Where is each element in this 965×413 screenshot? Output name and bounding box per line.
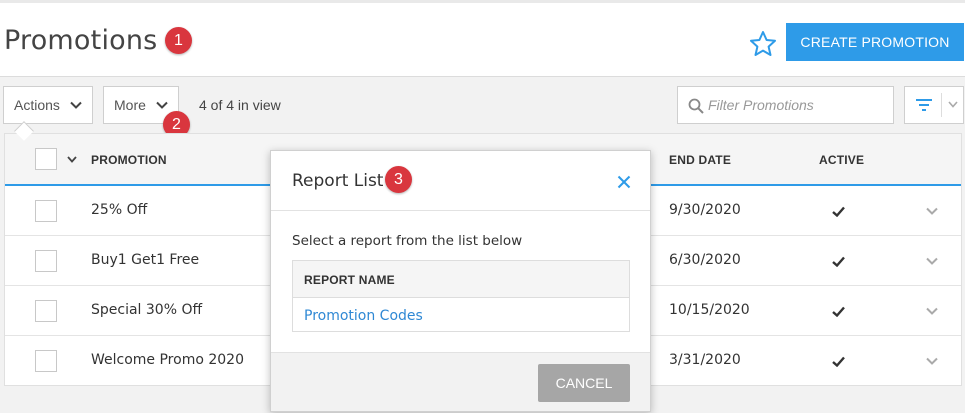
- chevron-down-icon[interactable]: [926, 207, 938, 215]
- end-date: 3/31/2020: [669, 352, 741, 368]
- row-checkbox[interactable]: [35, 250, 57, 272]
- row-checkbox[interactable]: [35, 350, 57, 372]
- report-table-header: REPORT NAME: [293, 261, 629, 298]
- filter-icon: [916, 99, 932, 111]
- column-header-promotion[interactable]: PROMOTION: [91, 153, 167, 167]
- report-table: REPORT NAME Promotion Codes: [292, 260, 630, 332]
- chevron-down-icon: [948, 101, 958, 108]
- actions-dropdown[interactable]: Actions: [3, 86, 93, 124]
- promotion-name: Welcome Promo 2020: [91, 352, 244, 368]
- in-view-count: 4 of 4 in view: [199, 97, 281, 113]
- select-all-checkbox[interactable]: [35, 148, 57, 170]
- dialog-description: Select a report from the list below: [292, 233, 523, 249]
- column-header-end-date[interactable]: END DATE: [669, 153, 731, 167]
- column-header-active[interactable]: ACTIVE: [819, 153, 864, 167]
- filter-search-box: [677, 86, 894, 124]
- page-header: Promotions CREATE PROMOTION: [0, 3, 965, 77]
- end-date: 9/30/2020: [669, 202, 741, 218]
- create-promotion-button[interactable]: CREATE PROMOTION: [786, 23, 964, 61]
- page-title: Promotions: [4, 25, 158, 56]
- row-checkbox[interactable]: [35, 200, 57, 222]
- promotion-name: 25% Off: [91, 202, 148, 218]
- promotion-name: Buy1 Get1 Free: [91, 252, 200, 268]
- cancel-button[interactable]: CANCEL: [538, 364, 630, 402]
- chevron-down-icon[interactable]: [926, 257, 938, 265]
- button-divider: [941, 93, 942, 117]
- star-icon[interactable]: [749, 30, 777, 58]
- chevron-down-icon[interactable]: [67, 156, 77, 163]
- more-label: More: [114, 97, 146, 113]
- actions-label: Actions: [14, 97, 60, 113]
- search-icon: [688, 98, 704, 114]
- chevron-down-icon[interactable]: [926, 357, 938, 365]
- checkmark-icon: [832, 256, 845, 267]
- checkmark-icon: [832, 356, 845, 367]
- dialog-header: Report List: [271, 151, 650, 211]
- close-icon[interactable]: [617, 175, 631, 189]
- chevron-down-icon[interactable]: [926, 307, 938, 315]
- callout-badge-1: 1: [165, 27, 192, 54]
- filter-promotions-input[interactable]: [708, 87, 888, 123]
- promotion-name: Special 30% Off: [91, 302, 203, 318]
- dialog-footer: CANCEL: [271, 352, 650, 411]
- checkmark-icon: [832, 306, 845, 317]
- filter-menu-button[interactable]: [904, 86, 964, 124]
- toolbar: Actions More 4 of 4 in view: [0, 78, 965, 133]
- end-date: 6/30/2020: [669, 252, 741, 268]
- promotions-page: Promotions CREATE PROMOTION 1 Actions Mo…: [0, 0, 965, 413]
- report-link-promotion-codes[interactable]: Promotion Codes: [304, 308, 423, 324]
- row-checkbox[interactable]: [35, 300, 57, 322]
- checkmark-icon: [832, 206, 845, 217]
- dialog-title: Report List: [292, 171, 384, 191]
- callout-badge-3: 3: [385, 166, 412, 193]
- chevron-down-icon: [156, 101, 168, 109]
- chevron-down-icon: [70, 101, 82, 109]
- column-header-report-name: REPORT NAME: [304, 273, 395, 287]
- report-list-dialog: Report List Select a report from the lis…: [270, 150, 651, 412]
- end-date: 10/15/2020: [669, 302, 750, 318]
